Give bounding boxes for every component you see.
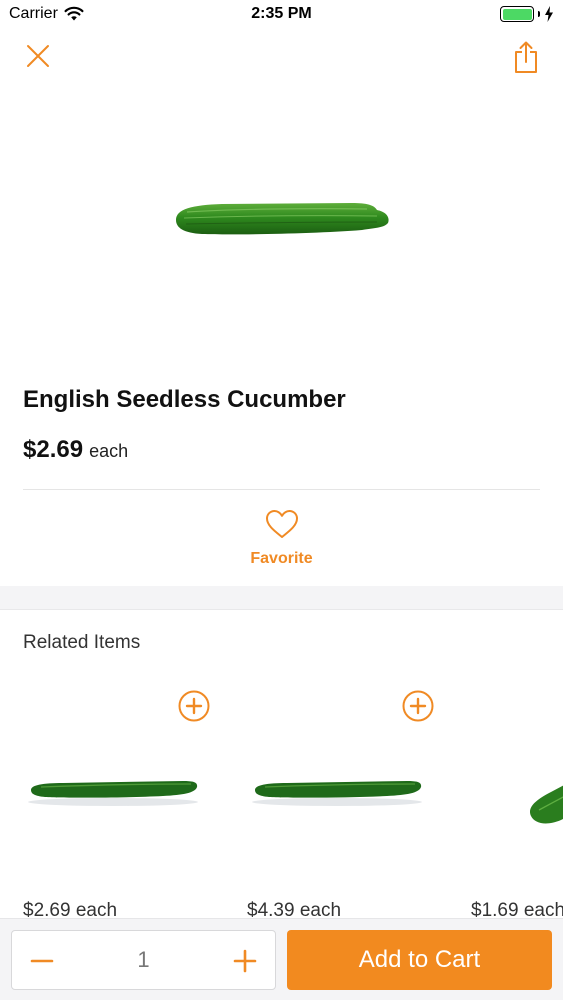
related-items-title: Related Items — [23, 632, 141, 653]
divider — [23, 489, 540, 490]
cucumber-image — [252, 781, 422, 806]
section-separator — [0, 586, 563, 610]
price-unit: each — [89, 441, 129, 461]
close-icon[interactable] — [24, 42, 52, 70]
add-to-cart-button[interactable]: Add to Cart — [287, 930, 552, 990]
battery-tip — [538, 11, 540, 17]
heart-icon[interactable] — [264, 508, 300, 540]
minus-icon[interactable] — [26, 945, 58, 977]
favorite-button[interactable]: Favorite — [0, 508, 563, 568]
related-item[interactable]: $4.39 each — [247, 680, 447, 920]
related-item[interactable]: $2.69 each — [23, 680, 223, 920]
status-bar: Carrier 2:35 PM — [0, 0, 563, 30]
related-item-price: $4.39 each — [247, 900, 342, 920]
quantity-stepper[interactable]: 1 — [11, 930, 276, 990]
product-price: $2.69 — [23, 436, 84, 463]
cucumber-image — [28, 781, 198, 806]
share-icon[interactable] — [513, 40, 539, 74]
cucumber-image — [175, 203, 389, 235]
related-item[interactable]: $1.69 each — [471, 680, 563, 920]
favorite-label: Favorite — [250, 550, 313, 567]
charging-bolt-icon — [545, 6, 553, 22]
battery-icon — [500, 6, 534, 22]
cart-bar: 1 Add to Cart — [0, 918, 563, 1000]
related-items-list[interactable]: $2.69 each $4.39 each $1.69 each — [0, 680, 563, 920]
plus-icon[interactable] — [229, 945, 261, 977]
price-row: $2.69 each — [23, 436, 128, 464]
cucumber-image — [530, 785, 563, 824]
product-image — [0, 160, 563, 280]
status-time: 2:35 PM — [251, 5, 312, 22]
related-item-price: $2.69 each — [23, 900, 118, 920]
plus-circle-icon[interactable] — [402, 690, 434, 722]
status-right — [500, 6, 554, 22]
battery-fill — [502, 8, 532, 20]
plus-circle-icon[interactable] — [178, 690, 210, 722]
product-title: English Seedless Cucumber — [23, 386, 346, 413]
quantity-value: 1 — [137, 947, 150, 972]
related-item-price: $1.69 each — [471, 900, 563, 920]
